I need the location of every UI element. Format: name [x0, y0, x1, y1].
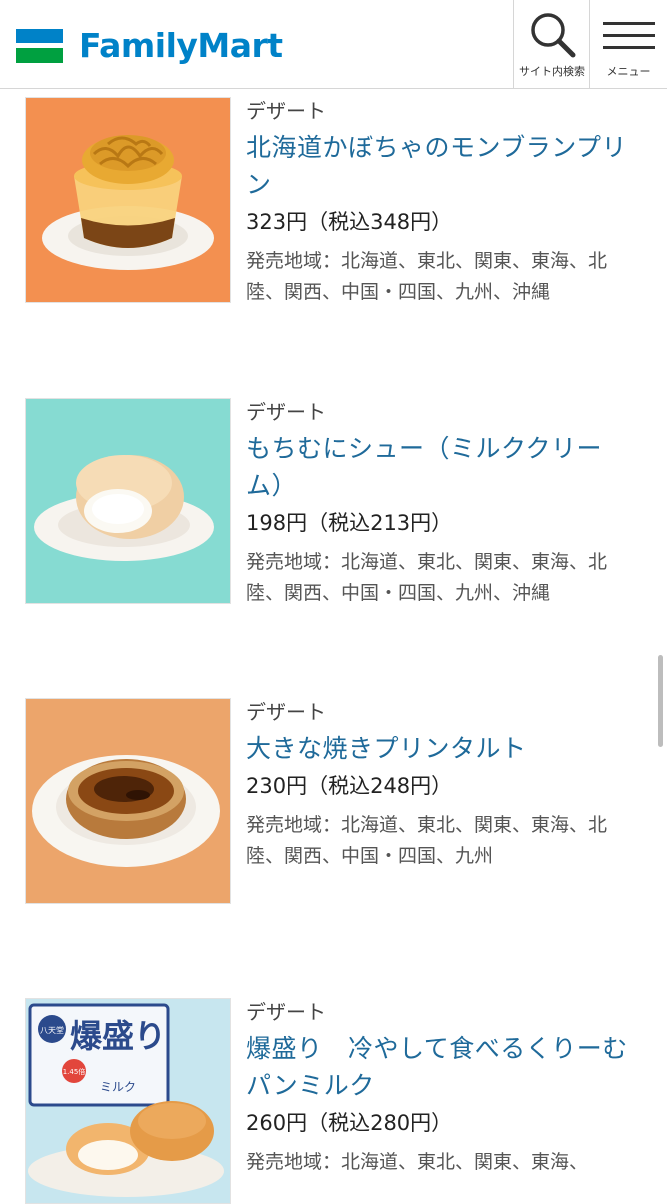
- product-category: デザート: [246, 400, 326, 424]
- cream-bread-photo: 八天堂 爆盛り ミルク 1.45倍: [26, 999, 230, 1203]
- search-icon: [531, 13, 576, 58]
- product-sales-area: 発売地域：北海道、東北、関東、東海、北陸、関西、中国・四国、九州、沖縄: [246, 250, 608, 303]
- brand-name: FamilyMart: [79, 26, 283, 65]
- product-info: デザート 大きな焼きプリンタルト 230円（税込248円） 発売地域：北海道、東…: [246, 698, 636, 872]
- site-header: FamilyMart サイト内検索 メニュー: [0, 0, 667, 89]
- package-brand-text: 八天堂: [40, 1025, 64, 1035]
- product-name-link[interactable]: 北海道かぼちゃのモンブランプリン: [246, 129, 636, 203]
- product-sales-area: 発売地域：北海道、東北、関東、東海、: [246, 1151, 589, 1173]
- package-subtitle-text: ミルク: [100, 1080, 136, 1094]
- package-badge-text: 1.45倍: [63, 1067, 86, 1076]
- product-category: デザート: [246, 99, 326, 123]
- product-name-link[interactable]: 大きな焼きプリンタルト: [246, 730, 636, 767]
- menu-button[interactable]: メニュー: [589, 0, 667, 88]
- scrollbar-thumb[interactable]: [658, 655, 663, 747]
- menu-button-label: メニュー: [606, 65, 651, 78]
- product-image[interactable]: [25, 97, 231, 303]
- familymart-logo[interactable]: FamilyMart: [16, 26, 283, 66]
- product-sales-area: 発売地域：北海道、東北、関東、東海、北陸、関西、中国・四国、九州、沖縄: [246, 551, 608, 604]
- product-category: デザート: [246, 1000, 326, 1024]
- pumpkin-montblanc-pudding-photo: [26, 98, 230, 302]
- product-price: 230円（税込248円）: [246, 774, 453, 798]
- hamburger-menu-icon: [602, 22, 655, 49]
- product-name-link[interactable]: もちむにシュー（ミルククリーム）: [246, 430, 636, 504]
- product-price: 260円（税込280円）: [246, 1111, 453, 1135]
- package-title-text: 爆盛り: [70, 1017, 166, 1055]
- logo-blue-stripe: [16, 29, 63, 43]
- product-image[interactable]: [25, 698, 231, 904]
- product-sales-area: 発売地域：北海道、東北、関東、東海、北陸、関西、中国・四国、九州: [246, 814, 608, 867]
- product-info: デザート 北海道かぼちゃのモンブランプリン 323円（税込348円） 発売地域：…: [246, 97, 636, 308]
- product-image[interactable]: 八天堂 爆盛り ミルク 1.45倍: [25, 998, 231, 1204]
- mochimuni-cream-puff-photo: [26, 399, 230, 603]
- product-name-link[interactable]: 爆盛り 冷やして食べるくりーむパンミルク: [246, 1030, 636, 1104]
- product-category: デザート: [246, 700, 326, 724]
- product-price: 198円（税込213円）: [246, 511, 453, 535]
- search-button-label: サイト内検索: [519, 65, 585, 78]
- logo-stripes-icon: [16, 29, 63, 63]
- product-info: デザート もちむにシュー（ミルククリーム） 198円（税込213円） 発売地域：…: [246, 398, 636, 609]
- product-image[interactable]: [25, 398, 231, 604]
- product-price: 323円（税込348円）: [246, 210, 453, 234]
- product-info: デザート 爆盛り 冷やして食べるくりーむパンミルク 260円（税込280円） 発…: [246, 998, 636, 1178]
- pudding-tart-photo: [26, 699, 230, 903]
- site-search-button[interactable]: サイト内検索: [513, 0, 590, 88]
- logo-green-stripe: [16, 48, 63, 63]
